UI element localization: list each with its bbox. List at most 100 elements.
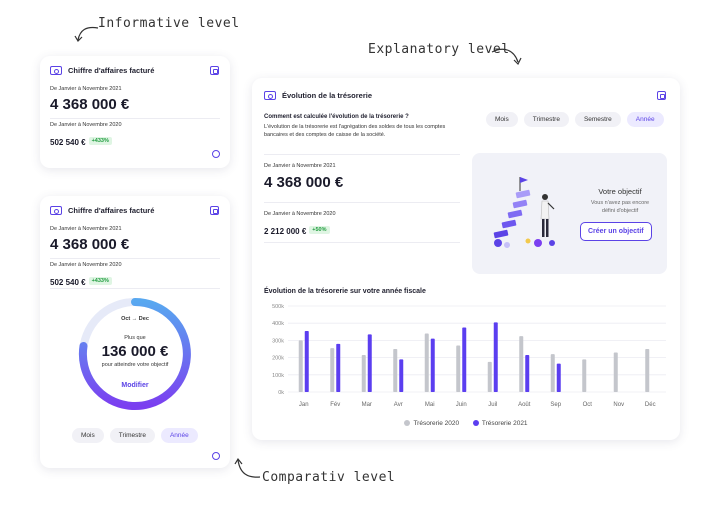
x-tick-label: Fév [330, 402, 340, 408]
gauge-pre: Plus que [124, 335, 146, 341]
x-tick-label: Nov [613, 402, 624, 408]
gauge-range: Oct → Dec [121, 316, 149, 322]
tab-annee[interactable]: Année [160, 428, 198, 443]
legend-item-2020: Trésorerie 2020 [404, 420, 459, 427]
goal-text: Vous n'avez pas encore défini d'objectif [590, 200, 650, 214]
period-previous: De Janvier à Novembre 2020 [264, 211, 336, 217]
divider [264, 154, 460, 155]
bar-2020 [645, 349, 650, 392]
goal-panel: Votre objectif Vous n'avez pas encore dé… [472, 153, 667, 274]
y-tick-label: 500k [272, 304, 284, 310]
card-title-text: Chiffre d'affaires facturé [68, 66, 155, 75]
money-icon [50, 66, 62, 75]
x-tick-label: Juil [488, 402, 497, 408]
y-tick-label: 300k [272, 338, 284, 344]
bar-2020 [361, 355, 366, 392]
expand-icon[interactable] [210, 206, 219, 215]
bar-2021 [367, 334, 372, 392]
bar-2021 [399, 359, 404, 392]
y-tick-label: 400k [272, 321, 284, 327]
bar-2020 [424, 333, 429, 392]
amount-current: 4 368 000 € [264, 174, 344, 191]
y-tick-label: 100k [272, 373, 284, 379]
expand-icon[interactable] [657, 91, 666, 100]
period-tabs: Mois Trimestre Semestre Année [486, 112, 664, 127]
y-tick-label: 200k [272, 356, 284, 362]
bar-2021 [462, 327, 467, 392]
card-title: Chiffre d'affaires facturé [50, 66, 154, 75]
arrow-informative-icon [74, 26, 99, 42]
x-tick-label: Avr [394, 402, 403, 408]
bar-2021 [556, 363, 561, 392]
divider [264, 202, 460, 203]
annotation-explanatory: Explanatory level [368, 42, 510, 57]
create-goal-button[interactable]: Créer un objectif [580, 222, 652, 241]
legend-item-2021: Trésorerie 2021 [472, 420, 528, 427]
tab-trimestre[interactable]: Trimestre [109, 428, 155, 443]
bar-2020 [393, 349, 398, 392]
x-tick-label: Oct [583, 402, 593, 408]
tab-semestre[interactable]: Semestre [574, 112, 621, 127]
card-title: Évolution de la trésorerie [264, 91, 372, 100]
explanatory-card: Évolution de la trésorerie Comment est c… [252, 78, 680, 440]
y-tick-label: 0k [278, 390, 284, 396]
modify-goal-link[interactable]: Modifier [40, 382, 230, 389]
chat-icon[interactable] [212, 452, 220, 460]
growth-badge: +50% [309, 225, 330, 234]
card-title: Chiffre d'affaires facturé [50, 206, 154, 215]
x-tick-label: Déc [645, 402, 656, 408]
bar-2020 [613, 352, 618, 392]
amount-previous: 502 540 € [50, 138, 86, 147]
bar-2020 [456, 345, 461, 392]
gauge-amount: 136 000 € [101, 343, 169, 360]
bar-2021 [525, 355, 530, 392]
growth-badge: +433% [88, 136, 112, 145]
card-title-text: Évolution de la trésorerie [282, 91, 373, 100]
annotation-comparative: Comparativ level [262, 470, 396, 485]
amount-current: 4 368 000 € [50, 96, 130, 113]
divider [50, 258, 220, 259]
divider [50, 118, 220, 119]
bar-2021 [493, 322, 498, 392]
explanation-question: Comment est calculée l'évolution de la t… [264, 114, 409, 120]
bar-2021 [304, 330, 309, 392]
period-current: De Janvier à Novembre 2021 [50, 226, 122, 232]
annotation-informative: Informative level [98, 16, 240, 31]
legend-dot-2020 [404, 420, 411, 427]
bar-2021 [430, 338, 435, 392]
chart-legend: Trésorerie 2020 Trésorerie 2021 [252, 420, 680, 427]
gauge-post: pour atteindre votre objectif [101, 362, 169, 368]
goal-title: Votre objectif [598, 187, 642, 196]
period-previous: De Janvier à Novembre 2020 [50, 262, 122, 268]
period-current: De Janvier à Novembre 2021 [50, 86, 122, 92]
x-tick-label: Mai [425, 402, 435, 408]
explanation-text: L'évolution de la trésorerie est l'agrég… [264, 124, 446, 138]
bar-2020 [519, 336, 524, 392]
amount-previous-row: 502 540 € +433% [50, 132, 112, 150]
arrow-explanatory-icon [491, 48, 522, 66]
x-tick-label: Jan [299, 402, 309, 408]
tab-mois[interactable]: Mois [72, 428, 104, 443]
treasury-bar-chart: 0k 100k 200k 300k 400k 500k Jan Fév Mar Avr Mai Jui… [272, 304, 666, 408]
tab-mois[interactable]: Mois [486, 112, 518, 127]
amount-previous: 2 212 000 € [264, 227, 307, 236]
tab-annee[interactable]: Année [626, 112, 664, 127]
informative-card: Chiffre d'affaires facturé De Janvier à … [40, 56, 230, 168]
legend-dot-2021 [472, 420, 479, 427]
x-tick-label: Mar [362, 402, 372, 408]
period-current: De Janvier à Novembre 2021 [264, 163, 336, 169]
arrow-comparative-icon [234, 457, 261, 478]
expand-icon[interactable] [210, 66, 219, 75]
safe-icon [264, 91, 276, 100]
chat-icon[interactable] [212, 150, 220, 158]
bar-2021 [336, 343, 341, 392]
money-icon [50, 206, 62, 215]
x-tick-label: Août [518, 402, 531, 408]
bar-2020 [487, 361, 492, 392]
period-previous: De Janvier à Novembre 2020 [50, 122, 122, 128]
amount-previous-row: 2 212 000 € +50% [264, 221, 330, 239]
card-title-text: Chiffre d'affaires facturé [68, 206, 155, 215]
bar-2020 [298, 340, 303, 392]
tab-trimestre[interactable]: Trimestre [523, 112, 569, 127]
chart-title: Évolution de la trésorerie sur votre ann… [264, 288, 426, 295]
